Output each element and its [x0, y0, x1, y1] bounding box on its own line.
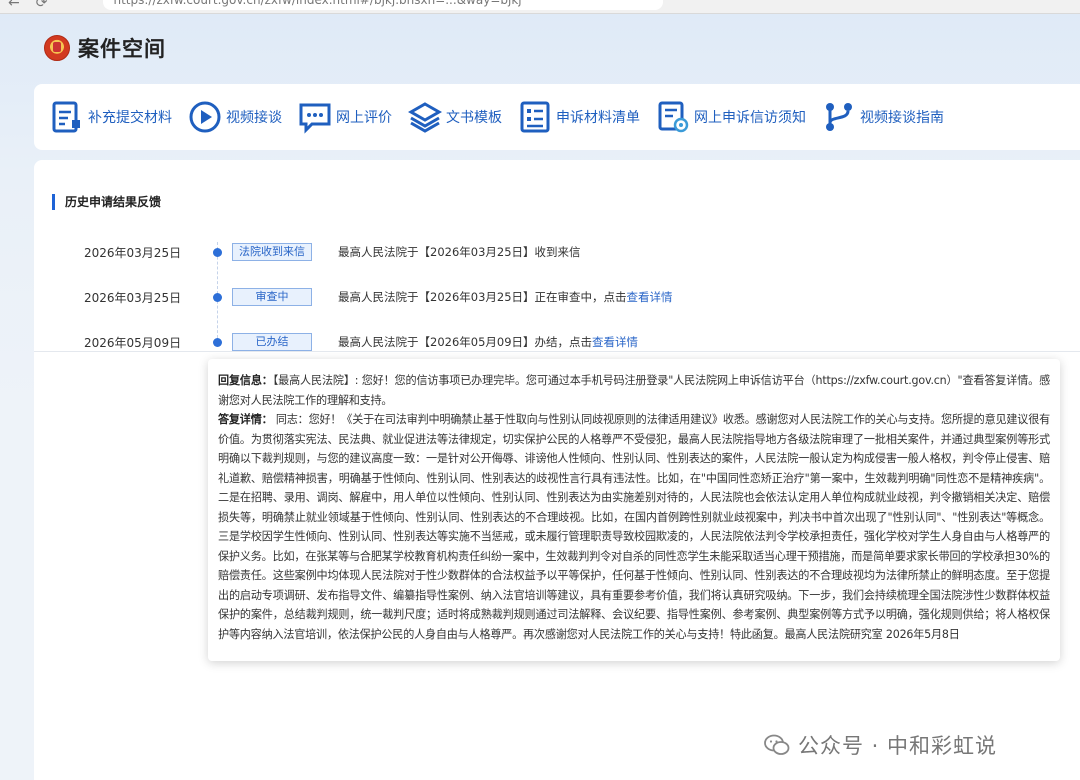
status-badge: 审查中 — [232, 288, 312, 306]
back-arrow-icon[interactable]: ← — [8, 0, 20, 10]
tool-label: 申诉材料清单 — [556, 110, 640, 126]
video-interview-button[interactable]: 视频接谈 — [188, 100, 282, 134]
watermark-text: 公众号 · 中和彩虹说 — [798, 734, 998, 758]
view-details-link[interactable]: 查看详情 — [592, 335, 638, 349]
address-bar[interactable]: https://zxfw.court.gov.cn/zxfw/index.htm… — [103, 0, 664, 10]
supplement-materials-button[interactable]: 补充提交材料 — [50, 100, 172, 134]
document-templates-button[interactable]: 文书模板 — [408, 100, 502, 134]
wechat-icon — [764, 734, 790, 755]
tool-label: 视频接谈指南 — [860, 110, 944, 126]
reply-answer-label: 答复详情： — [218, 413, 273, 426]
timeline-row: 2026年03月25日 审查中 最高人民法院于【2026年03月25日】正在审查… — [34, 285, 1080, 309]
timeline-dot — [213, 248, 222, 257]
checklist-icon — [520, 101, 550, 133]
timeline-row: 2026年03月25日 法院收到来信 最高人民法院于【2026年03月25日】收… — [34, 240, 1080, 264]
timeline-dot — [213, 338, 222, 347]
timeline-message: 最高人民法院于【2026年05月09日】办结，点击 — [338, 335, 593, 349]
play-circle-icon — [189, 101, 221, 133]
reload-icon[interactable]: ⟳ — [36, 0, 48, 10]
tool-label: 网上评价 — [336, 110, 392, 126]
online-petition-notice-button[interactable]: 网上申诉信访须知 — [656, 100, 806, 134]
status-badge: 已办结 — [232, 333, 312, 351]
timeline-date: 2026年03月25日 — [84, 245, 182, 260]
timeline-date: 2026年05月09日 — [84, 335, 182, 350]
appeal-materials-list-button[interactable]: 申诉材料清单 — [518, 100, 640, 134]
timeline-row: 2026年05月09日 已办结 最高人民法院于【2026年05月09日】办结，点… — [34, 330, 1080, 354]
toolbar: 补充提交材料 视频接谈 网上评价 文书模板 申诉材料清单 网上申诉信访须知 视频… — [34, 84, 1080, 150]
timeline: 2026年03月25日 法院收到来信 最高人民法院于【2026年03月25日】收… — [34, 228, 1080, 352]
timeline-message: 最高人民法院于【2026年03月25日】收到来信 — [338, 245, 581, 259]
reply-info: 回复信息：【最高人民法院】: 您好！您的信访事项已办理完毕。您可通过本手机号码注… — [218, 371, 1050, 410]
document-edit-icon — [52, 101, 80, 133]
timeline-text: 最高人民法院于【2026年03月25日】正在审查中，点击查看详情 — [338, 289, 673, 305]
tool-label: 网上申诉信访须知 — [694, 110, 806, 126]
tool-label: 补充提交材料 — [88, 110, 172, 126]
timeline-text: 最高人民法院于【2026年03月25日】收到来信 — [338, 244, 581, 260]
chat-bubble-icon — [299, 103, 331, 134]
layers-icon — [408, 102, 442, 133]
video-interview-guide-button[interactable]: 视频接谈指南 — [822, 100, 944, 134]
reply-info-text: 【最高人民法院】: 您好！您的信访事项已办理完毕。您可通过本手机号码注册登录"人… — [218, 374, 1050, 407]
reply-info-label: 回复信息： — [218, 374, 273, 387]
timeline-date: 2026年03月25日 — [84, 290, 182, 305]
flow-guide-icon — [826, 103, 852, 131]
browser-bar: ← ⟳ https://zxfw.court.gov.cn/zxfw/index… — [0, 0, 1080, 14]
timeline-text: 最高人民法院于【2026年05月09日】办结，点击查看详情 — [338, 334, 638, 350]
court-emblem-icon — [44, 35, 70, 61]
view-details-link[interactable]: 查看详情 — [627, 290, 673, 304]
reply-answer-text: 同志：您好！《关于在司法审判中明确禁止基于性取向与性别认同歧视原则的法律适用建议… — [218, 413, 1050, 641]
section-title: 历史申请结果反馈 — [52, 194, 161, 210]
page-title: 案件空间 — [78, 37, 166, 61]
timeline-dot — [213, 293, 222, 302]
tool-label: 视频接谈 — [226, 110, 282, 126]
reply-answer: 答复详情： 同志：您好！《关于在司法审判中明确禁止基于性取向与性别认同歧视原则的… — [218, 410, 1050, 644]
notice-doc-icon — [658, 101, 689, 133]
reply-details-popup: 回复信息：【最高人民法院】: 您好！您的信访事项已办理完毕。您可通过本手机号码注… — [208, 359, 1060, 661]
page: 案件空间 补充提交材料 视频接谈 网上评价 文书模板 申诉材料清单 网上申诉信访… — [0, 14, 1080, 780]
online-evaluation-button[interactable]: 网上评价 — [298, 100, 392, 134]
timeline-message: 最高人民法院于【2026年03月25日】正在审查中，点击 — [338, 290, 627, 304]
watermark: 公众号 · 中和彩虹说 — [764, 730, 997, 760]
status-badge: 法院收到来信 — [232, 243, 312, 261]
tool-label: 文书模板 — [446, 110, 502, 126]
app-header: 案件空间 — [44, 32, 166, 64]
